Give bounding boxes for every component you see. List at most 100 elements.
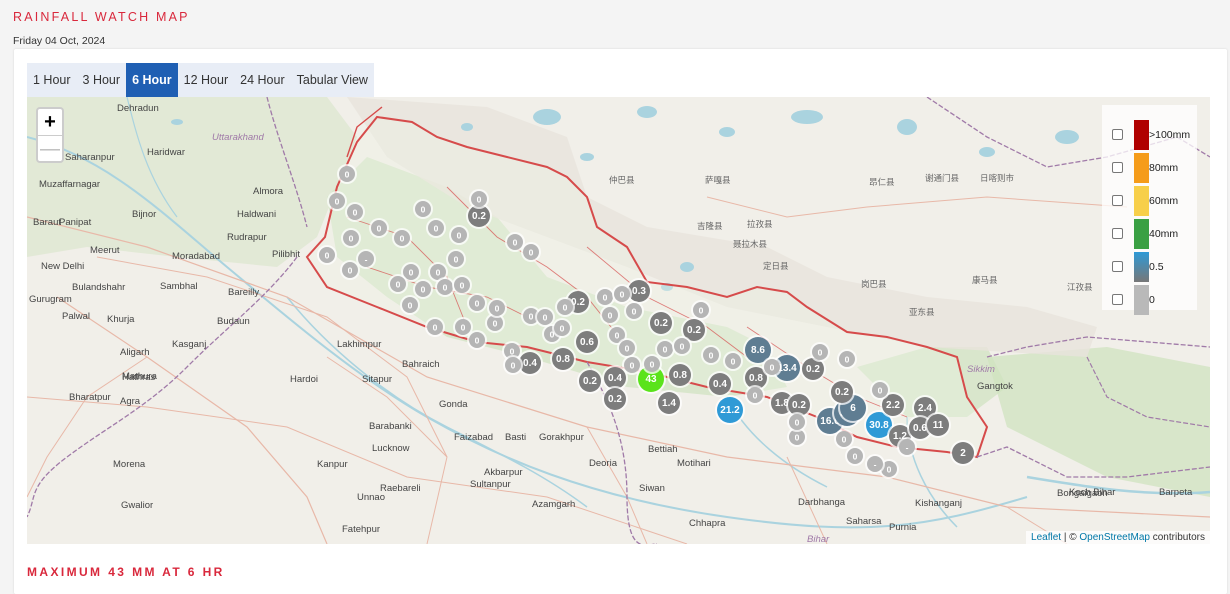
rainfall-marker[interactable]: 0 [467,330,487,350]
legend-checkbox-80[interactable] [1112,162,1123,173]
rainfall-marker-value: 0 [842,435,847,445]
rainfall-marker[interactable]: - [897,437,917,457]
rainfall-marker[interactable]: 0 [787,412,807,432]
rainfall-marker[interactable]: 0.8 [550,346,576,372]
legend-row-0-5: 0.5 [1102,252,1197,282]
rainfall-marker-value: 2.2 [886,400,900,411]
legend-checkbox-0[interactable] [1112,294,1123,305]
rainfall-marker[interactable]: 0 [555,297,575,317]
rainfall-marker[interactable]: 0 [762,357,782,377]
rainfall-marker[interactable]: 0 [449,225,469,245]
rainfall-marker[interactable]: 0 [595,287,615,307]
rainfall-marker[interactable]: 0 [837,349,857,369]
tab-24-hour[interactable]: 24 Hour [234,63,290,97]
rainfall-marker[interactable]: 0 [655,339,675,359]
rainfall-marker[interactable]: 0 [469,189,489,209]
rainfall-marker[interactable]: 0 [622,355,642,375]
rainfall-marker[interactable]: 0 [552,318,572,338]
rainfall-marker[interactable]: 0 [845,446,865,466]
rainfall-marker[interactable]: 0 [503,355,523,375]
rainfall-marker[interactable]: 0 [612,284,632,304]
rainfall-marker[interactable]: 0 [624,301,644,321]
rainfall-marker[interactable]: 0 [388,274,408,294]
rainfall-marker[interactable]: 0 [446,249,466,269]
rainfall-marker[interactable]: 0 [452,275,472,295]
tab-tabular-view[interactable]: Tabular View [291,63,374,97]
rainfall-marker-value: 0 [345,170,350,180]
legend-label-0-5: 0.5 [1149,261,1164,273]
rainfall-marker[interactable]: 0 [535,307,555,327]
rainfall-marker[interactable]: 0 [691,300,711,320]
legend-checkbox-60[interactable] [1112,195,1123,206]
rainfall-marker-value: - [365,255,368,265]
zoom-control: + — [36,107,64,163]
rainfall-marker[interactable]: 0 [341,228,361,248]
rainfall-marker[interactable]: 11 [925,412,951,438]
rainfall-marker[interactable]: 0.2 [648,310,674,336]
rainfall-marker[interactable]: - [865,454,885,474]
rainfall-marker[interactable]: 0 [467,293,487,313]
rainfall-marker[interactable]: 0 [810,342,830,362]
rainfall-marker[interactable]: 21.2 [715,395,745,425]
legend-swatch-40 [1134,219,1149,249]
rainfall-marker[interactable]: 0 [701,345,721,365]
zoom-out-button[interactable]: — [38,135,62,161]
rainfall-marker[interactable]: 0.2 [577,368,603,394]
rainfall-marker[interactable]: 0 [745,385,765,405]
rainfall-marker[interactable]: 0.6 [574,329,600,355]
rainfall-map[interactable]: Dehradun Uttarakhand Saharanpur Haridwar Alm… [27,97,1210,544]
rainfall-marker-value: 0 [377,224,382,234]
rainfall-marker-value: 0.6 [580,337,594,348]
rainfall-marker[interactable]: 0 [487,298,507,318]
rainfall-marker-value: 0 [731,357,736,367]
rainfall-marker[interactable]: 0 [337,164,357,184]
rainfall-marker[interactable]: 0 [413,199,433,219]
rainfall-marker[interactable]: 2 [950,440,976,466]
rainfall-marker[interactable]: 0 [834,429,854,449]
leaflet-link[interactable]: Leaflet [1031,532,1061,543]
rainfall-marker-value: 0 [709,351,714,361]
rainfall-marker[interactable]: 0 [400,295,420,315]
legend-row-80: 80mm [1102,153,1197,183]
rainfall-marker[interactable]: 0 [617,338,637,358]
rainfall-marker[interactable]: 0 [870,380,890,400]
rainfall-marker[interactable]: 0.2 [829,379,855,405]
rainfall-marker-value: 0.8 [673,370,687,381]
rainfall-marker-value: 0 [457,231,462,241]
rainfall-marker-value: 0 [475,336,480,346]
rainfall-marker-value: 1.4 [662,398,676,409]
rainfall-marker[interactable]: 0 [369,218,389,238]
legend-checkbox-0-5[interactable] [1112,261,1123,272]
rainfall-marker[interactable]: 1.4 [656,390,682,416]
rainfall-marker[interactable]: 0 [392,228,412,248]
rainfall-marker-value: 0.2 [835,387,849,398]
rainfall-marker[interactable]: 0 [521,242,541,262]
legend-swatch-0 [1134,285,1149,315]
rainfall-marker-value: 0 [475,299,480,309]
rainfall-marker[interactable]: 0 [340,260,360,280]
rainfall-marker[interactable]: 0 [723,351,743,371]
tab-6-hour[interactable]: 6 Hour [126,63,178,97]
rainfall-marker[interactable]: 0 [345,202,365,222]
rainfall-marker[interactable]: 0.8 [667,362,693,388]
rainfall-marker[interactable]: 0.2 [602,386,628,412]
rainfall-marker[interactable]: 0 [425,317,445,337]
legend-checkbox-100[interactable] [1112,129,1123,140]
rainfall-marker-value: 0 [529,248,534,258]
legend-checkbox-40[interactable] [1112,228,1123,239]
rainfall-marker[interactable]: 0.4 [707,371,733,397]
rainfall-marker[interactable]: 0 [600,305,620,325]
tab-3-hour[interactable]: 3 Hour [77,63,127,97]
rainfall-marker[interactable]: 0 [317,245,337,265]
rainfall-marker[interactable]: 0 [435,277,455,297]
tab-1-hour[interactable]: 1 Hour [27,63,77,97]
rainfall-marker-value: - [874,460,877,470]
osm-link[interactable]: OpenStreetMap [1079,532,1150,543]
zoom-in-button[interactable]: + [38,109,62,135]
tab-12-hour[interactable]: 12 Hour [178,63,234,97]
rainfall-marker[interactable]: 0 [413,279,433,299]
rainfall-marker-value: - [906,443,909,453]
rainfall-marker[interactable]: 0 [672,336,692,356]
rainfall-marker[interactable]: 0 [327,191,347,211]
rainfall-marker[interactable]: 0 [426,218,446,238]
